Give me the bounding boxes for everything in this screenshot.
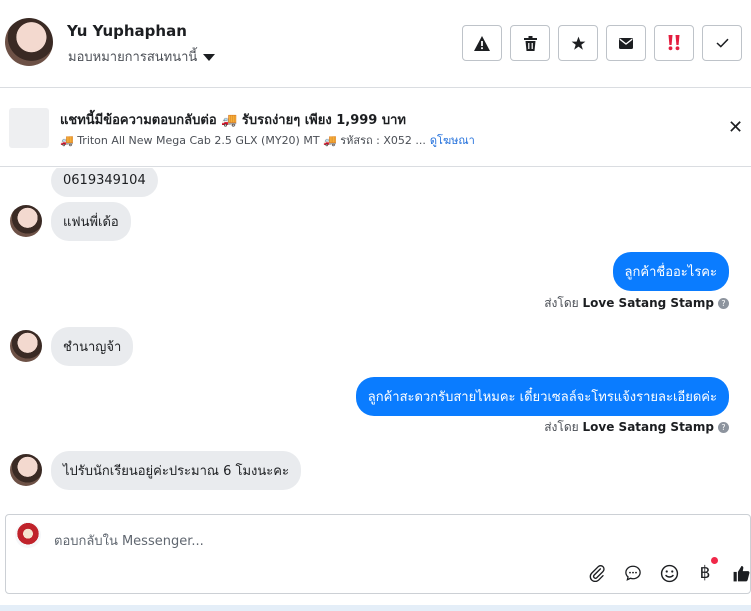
reply-composer[interactable]: ตอบกลับใน Messenger... ฿ (5, 514, 751, 594)
sender-name: Love Satang Stamp (582, 420, 714, 434)
assign-conversation-dropdown[interactable]: มอบหมายการสนทนานี้ (68, 46, 216, 67)
conversation-header: Yu Yuphaphan มอบหมายการสนทนานี้ (0, 0, 751, 88)
reply-input[interactable]: ตอบกลับใน Messenger... (54, 530, 204, 551)
ad-reply-banner: แชทนี้มีข้อความตอบกลับต่อ 🚚 รับรถง่ายๆ เ… (0, 89, 751, 167)
sent-by-prefix: ส่งโดย (544, 296, 579, 310)
incoming-message: ชำนาญจ้า (51, 327, 134, 366)
follow-up-button[interactable] (654, 25, 694, 61)
ad-subtitle-text: 🚚 Triton All New Mega Cab 2.5 GLX (MY20)… (60, 134, 426, 147)
ad-title: แชทนี้มีข้อความตอบกลับต่อ 🚚 รับรถง่ายๆ เ… (60, 113, 406, 128)
close-icon[interactable]: ✕ (728, 117, 743, 138)
contact-name[interactable]: Yu Yuphaphan (67, 22, 187, 40)
like-icon[interactable] (730, 562, 751, 584)
help-icon[interactable]: ? (718, 422, 729, 433)
notification-dot (711, 557, 718, 564)
payment-icon[interactable]: ฿ (694, 557, 718, 584)
spam-button[interactable] (462, 25, 502, 61)
mark-done-button[interactable] (702, 25, 742, 61)
help-icon[interactable]: ? (718, 298, 729, 309)
ad-subtitle: 🚚 Triton All New Mega Cab 2.5 GLX (MY20)… (60, 131, 475, 149)
warning-icon (474, 35, 490, 51)
outgoing-message: ลูกค้าชื่ออะไรคะ (612, 252, 729, 291)
sent-by-label: ส่งโดย Love Satang Stamp? (544, 418, 729, 437)
sent-by-label: ส่งโดย Love Satang Stamp? (544, 294, 729, 313)
delete-button[interactable] (510, 25, 550, 61)
contact-avatar-small (10, 205, 42, 237)
star-button[interactable] (558, 25, 598, 61)
page-avatar (15, 522, 41, 548)
bottom-divider (0, 605, 751, 611)
outgoing-message: ลูกค้าสะดวกรับสายไหมคะ เดี๋ยวเซลล์จะโทรแ… (355, 377, 729, 416)
saved-replies-icon[interactable] (622, 562, 644, 584)
incoming-message: 0619349104 (51, 168, 158, 197)
message-thread: 0619349104 แฟนพี่เด้อ ลูกค้าชื่ออะไรคะ ส… (0, 168, 751, 512)
sender-name: Love Satang Stamp (582, 296, 714, 310)
incoming-message: ไปรับนักเรียนอยู่ค่ะประมาณ 6 โมงนะคะ (51, 451, 301, 490)
sent-by-prefix: ส่งโดย (544, 420, 579, 434)
trash-icon (523, 35, 537, 51)
ad-thumbnail (9, 108, 49, 148)
caret-down-icon (203, 54, 216, 61)
contact-avatar-small (10, 454, 42, 486)
star-icon (571, 36, 585, 50)
check-icon (715, 38, 729, 48)
contact-avatar[interactable] (5, 18, 53, 66)
baht-symbol: ฿ (699, 563, 711, 583)
emoji-icon[interactable] (658, 562, 680, 584)
composer-toolbar: ฿ (586, 557, 751, 584)
double-exclamation-icon (668, 35, 680, 51)
view-ad-link[interactable]: ดูโฆษณา (430, 134, 475, 147)
mark-unread-button[interactable] (606, 25, 646, 61)
assign-label: มอบหมายการสนทนานี้ (68, 50, 198, 65)
attachment-icon[interactable] (586, 562, 608, 584)
contact-avatar-small (10, 330, 42, 362)
envelope-icon (619, 37, 633, 49)
incoming-message: แฟนพี่เด้อ (51, 202, 131, 241)
